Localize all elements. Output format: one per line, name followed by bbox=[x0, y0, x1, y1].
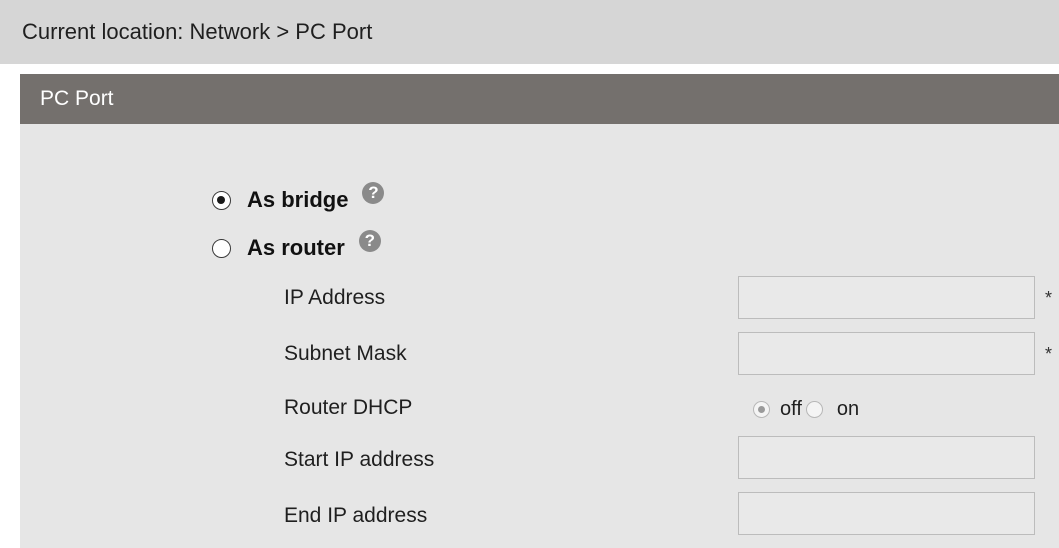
dhcp-off-label: off bbox=[780, 397, 802, 420]
subnet-mask-input[interactable] bbox=[738, 332, 1035, 375]
bridge-label: As bridge bbox=[247, 187, 349, 212]
dhcp-off-radio[interactable] bbox=[753, 400, 770, 418]
dhcp-on-radio[interactable] bbox=[805, 400, 823, 418]
breadcrumb: Current location: Network > PC Port bbox=[0, 0, 1059, 64]
subnet-mask-label: Subnet Mask bbox=[284, 342, 407, 365]
router-dhcp-radio-group: off on bbox=[753, 397, 859, 421]
end-ip-input[interactable] bbox=[738, 492, 1035, 535]
question-circle-icon[interactable]: ? bbox=[358, 230, 381, 252]
mode-bridge-option[interactable]: As bridge ? bbox=[212, 182, 385, 215]
pc-port-panel: PC Port As bridge ? As router ? IP Addre… bbox=[20, 74, 1059, 548]
start-ip-input[interactable] bbox=[738, 436, 1035, 479]
dhcp-on-label: on bbox=[836, 397, 860, 420]
end-ip-label: End IP address bbox=[284, 504, 428, 527]
ip-address-input[interactable] bbox=[738, 276, 1035, 319]
router-radio[interactable] bbox=[212, 238, 231, 258]
mode-router-option[interactable]: As router ? bbox=[212, 230, 381, 263]
ip-address-label: IP Address bbox=[284, 286, 386, 309]
router-label: As router bbox=[247, 235, 345, 260]
start-ip-label: Start IP address bbox=[284, 448, 435, 471]
question-circle-icon[interactable]: ? bbox=[362, 182, 385, 204]
required-mark: * bbox=[1045, 288, 1053, 308]
bridge-radio[interactable] bbox=[212, 190, 231, 210]
panel-title: PC Port bbox=[20, 74, 1059, 124]
router-dhcp-label: Router DHCP bbox=[284, 396, 413, 419]
required-mark: * bbox=[1045, 344, 1053, 364]
